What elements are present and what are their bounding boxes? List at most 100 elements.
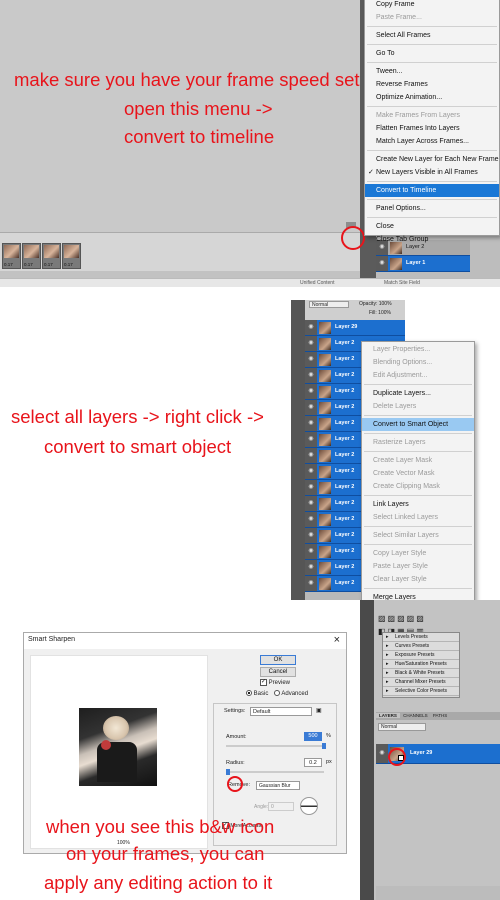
eye-icon[interactable]: ◉ <box>305 352 317 367</box>
ok-button[interactable]: OK <box>260 655 296 665</box>
menu-item-link-layers[interactable]: Link Layers <box>362 498 474 511</box>
angle-input[interactable]: 0 <box>268 802 294 811</box>
eye-icon[interactable]: ◉ <box>305 544 317 559</box>
angle-dial[interactable] <box>300 797 318 815</box>
eye-icon[interactable]: ◉ <box>305 496 317 511</box>
layer-row[interactable]: ◉ Layer 29 <box>305 320 405 336</box>
section-smart-sharpen: Smart Sharpen × 100% OK Cancel ✓ Preview… <box>0 600 500 900</box>
eye-icon[interactable]: ◉ <box>305 336 317 351</box>
eye-icon[interactable]: ◉ <box>305 576 317 591</box>
animation-frame[interactable]: 0.17 <box>22 243 41 269</box>
layer-row[interactable]: ◉ Layer 1 <box>376 256 470 272</box>
menu-item-copy-frame[interactable]: Copy Frame <box>365 0 499 11</box>
photo-accent <box>101 740 111 750</box>
menu-separator <box>364 384 472 385</box>
menu-item-label: Create New Layer for Each New Frame <box>376 156 499 163</box>
menu-item-merge-layers[interactable]: Merge Layers <box>362 591 474 600</box>
radius-slider[interactable] <box>226 771 324 773</box>
eye-icon[interactable]: ◉ <box>305 464 317 479</box>
preset-item-selective-color-presets[interactable]: Selective Color Presets <box>383 687 459 696</box>
menu-item-close[interactable]: Close <box>365 220 499 233</box>
radius-slider-thumb[interactable] <box>226 769 230 775</box>
settings-select[interactable]: Default <box>250 707 312 716</box>
menu-separator <box>367 181 497 182</box>
menu-item-optimize-animation[interactable]: Optimize Animation... <box>365 91 499 104</box>
menu-separator <box>364 526 472 527</box>
layer-thumbnail <box>319 386 331 398</box>
eye-icon[interactable]: ◉ <box>305 560 317 575</box>
preset-item-hue-saturation-presets[interactable]: Hue/Saturation Presets <box>383 660 459 669</box>
animation-frame[interactable]: 0.17 <box>42 243 61 269</box>
eye-icon[interactable]: ◉ <box>305 448 317 463</box>
frame-delay[interactable]: 0.17 <box>24 262 33 267</box>
menu-item-go-to[interactable]: Go To <box>365 47 499 60</box>
frame-thumbnail <box>4 245 19 258</box>
eye-icon[interactable]: ◉ <box>305 400 317 415</box>
menu-item-convert-to-smart-object[interactable]: Convert to Smart Object <box>362 418 474 431</box>
preset-item-exposure-presets[interactable]: Exposure Presets <box>383 651 459 660</box>
eye-icon[interactable]: ◉ <box>305 528 317 543</box>
menu-item-panel-options[interactable]: Panel Options... <box>365 202 499 215</box>
frame-delay[interactable]: 0.17 <box>64 262 73 267</box>
menu-item-convert-to-timeline[interactable]: Convert to Timeline <box>365 184 499 197</box>
eye-icon[interactable]: ◉ <box>305 384 317 399</box>
menu-item-duplicate-layers[interactable]: Duplicate Layers... <box>362 387 474 400</box>
advanced-radio[interactable] <box>274 690 281 697</box>
remove-select[interactable]: Gaussian Blur <box>256 781 300 790</box>
basic-radio[interactable] <box>246 690 252 697</box>
tab-layers[interactable]: LAYERS <box>376 713 400 718</box>
amount-slider[interactable] <box>226 745 324 747</box>
frame-delay[interactable]: 0.17 <box>4 262 13 267</box>
animation-frame[interactable]: 0.17 <box>2 243 21 269</box>
menu-item-new-layers-visible-in-all-frames[interactable]: ✓ New Layers Visible in All Frames <box>365 166 499 179</box>
blend-mode-select[interactable]: Normal <box>378 723 426 731</box>
menu-item-tween[interactable]: Tween... <box>365 65 499 78</box>
menu-item-match-layer-across-frames[interactable]: Match Layer Across Frames... <box>365 135 499 148</box>
animation-frame[interactable]: 0.17 <box>62 243 81 269</box>
layer-thumbnail <box>319 498 331 510</box>
opacity-label[interactable]: Opacity: 100% <box>359 301 392 308</box>
layer-name: Layer 2 <box>335 404 355 410</box>
preset-item-levels-presets[interactable]: Levels Presets <box>383 633 459 642</box>
radius-input[interactable]: 0.2 <box>304 758 322 767</box>
amount-input[interactable]: 500 <box>304 732 322 741</box>
menu-separator <box>367 106 497 107</box>
advanced-label: Advanced <box>281 691 309 697</box>
menu-item-label: Link Layers <box>373 501 409 508</box>
menu-separator <box>364 415 472 416</box>
tab-channels[interactable]: CHANNELS <box>401 713 430 718</box>
preset-item-channel-mixer-presets[interactable]: Channel Mixer Presets <box>383 678 459 687</box>
dialog-titlebar: Smart Sharpen × <box>24 633 346 649</box>
frame-delay[interactable]: 0.17 <box>44 262 53 267</box>
menu-item-label: Select Similar Layers <box>373 532 439 539</box>
menu-item-paste-layer-style: Paste Layer Style <box>362 560 474 573</box>
cancel-button[interactable]: Cancel <box>260 667 296 677</box>
menu-item-label: Select Linked Layers <box>373 514 438 521</box>
eye-icon[interactable]: ◉ <box>305 368 317 383</box>
preset-item-black-white-presets[interactable]: Black & White Presets <box>383 669 459 678</box>
eye-icon[interactable]: ◉ <box>305 432 317 447</box>
eye-icon[interactable]: ◉ <box>376 744 388 763</box>
menu-item-select-linked-layers: Select Linked Layers <box>362 511 474 524</box>
preview-checkbox[interactable]: ✓ Preview <box>260 679 320 688</box>
menu-item-reverse-frames[interactable]: Reverse Frames <box>365 78 499 91</box>
fill-label[interactable]: Fill: 100% <box>369 310 391 317</box>
menu-item-label: Edit Adjustment... <box>373 372 428 379</box>
preset-item-curves-presets[interactable]: Curves Presets <box>383 642 459 651</box>
save-preset-icon[interactable]: ▣ <box>316 707 322 714</box>
caption-convert-smart-object: convert to smart object <box>44 436 232 457</box>
tab-paths[interactable]: PATHS <box>431 713 449 718</box>
menu-item-close-tab-group[interactable]: Close Tab Group <box>365 233 499 246</box>
close-icon[interactable]: × <box>334 634 340 646</box>
eye-icon[interactable]: ◉ <box>376 256 388 271</box>
amount-slider-thumb[interactable] <box>322 743 326 749</box>
eye-icon[interactable]: ◉ <box>305 320 317 335</box>
eye-icon[interactable]: ◉ <box>305 416 317 431</box>
menu-item-select-all-frames[interactable]: Select All Frames <box>365 29 499 42</box>
frame-thumbnail <box>44 245 59 258</box>
menu-item-flatten-frames-into-layers[interactable]: Flatten Frames Into Layers <box>365 122 499 135</box>
menu-item-create-new-layer-for-each-new-frame[interactable]: Create New Layer for Each New Frame <box>365 153 499 166</box>
eye-icon[interactable]: ◉ <box>305 480 317 495</box>
eye-icon[interactable]: ◉ <box>305 512 317 527</box>
blend-mode-select[interactable]: Normal <box>309 301 349 308</box>
